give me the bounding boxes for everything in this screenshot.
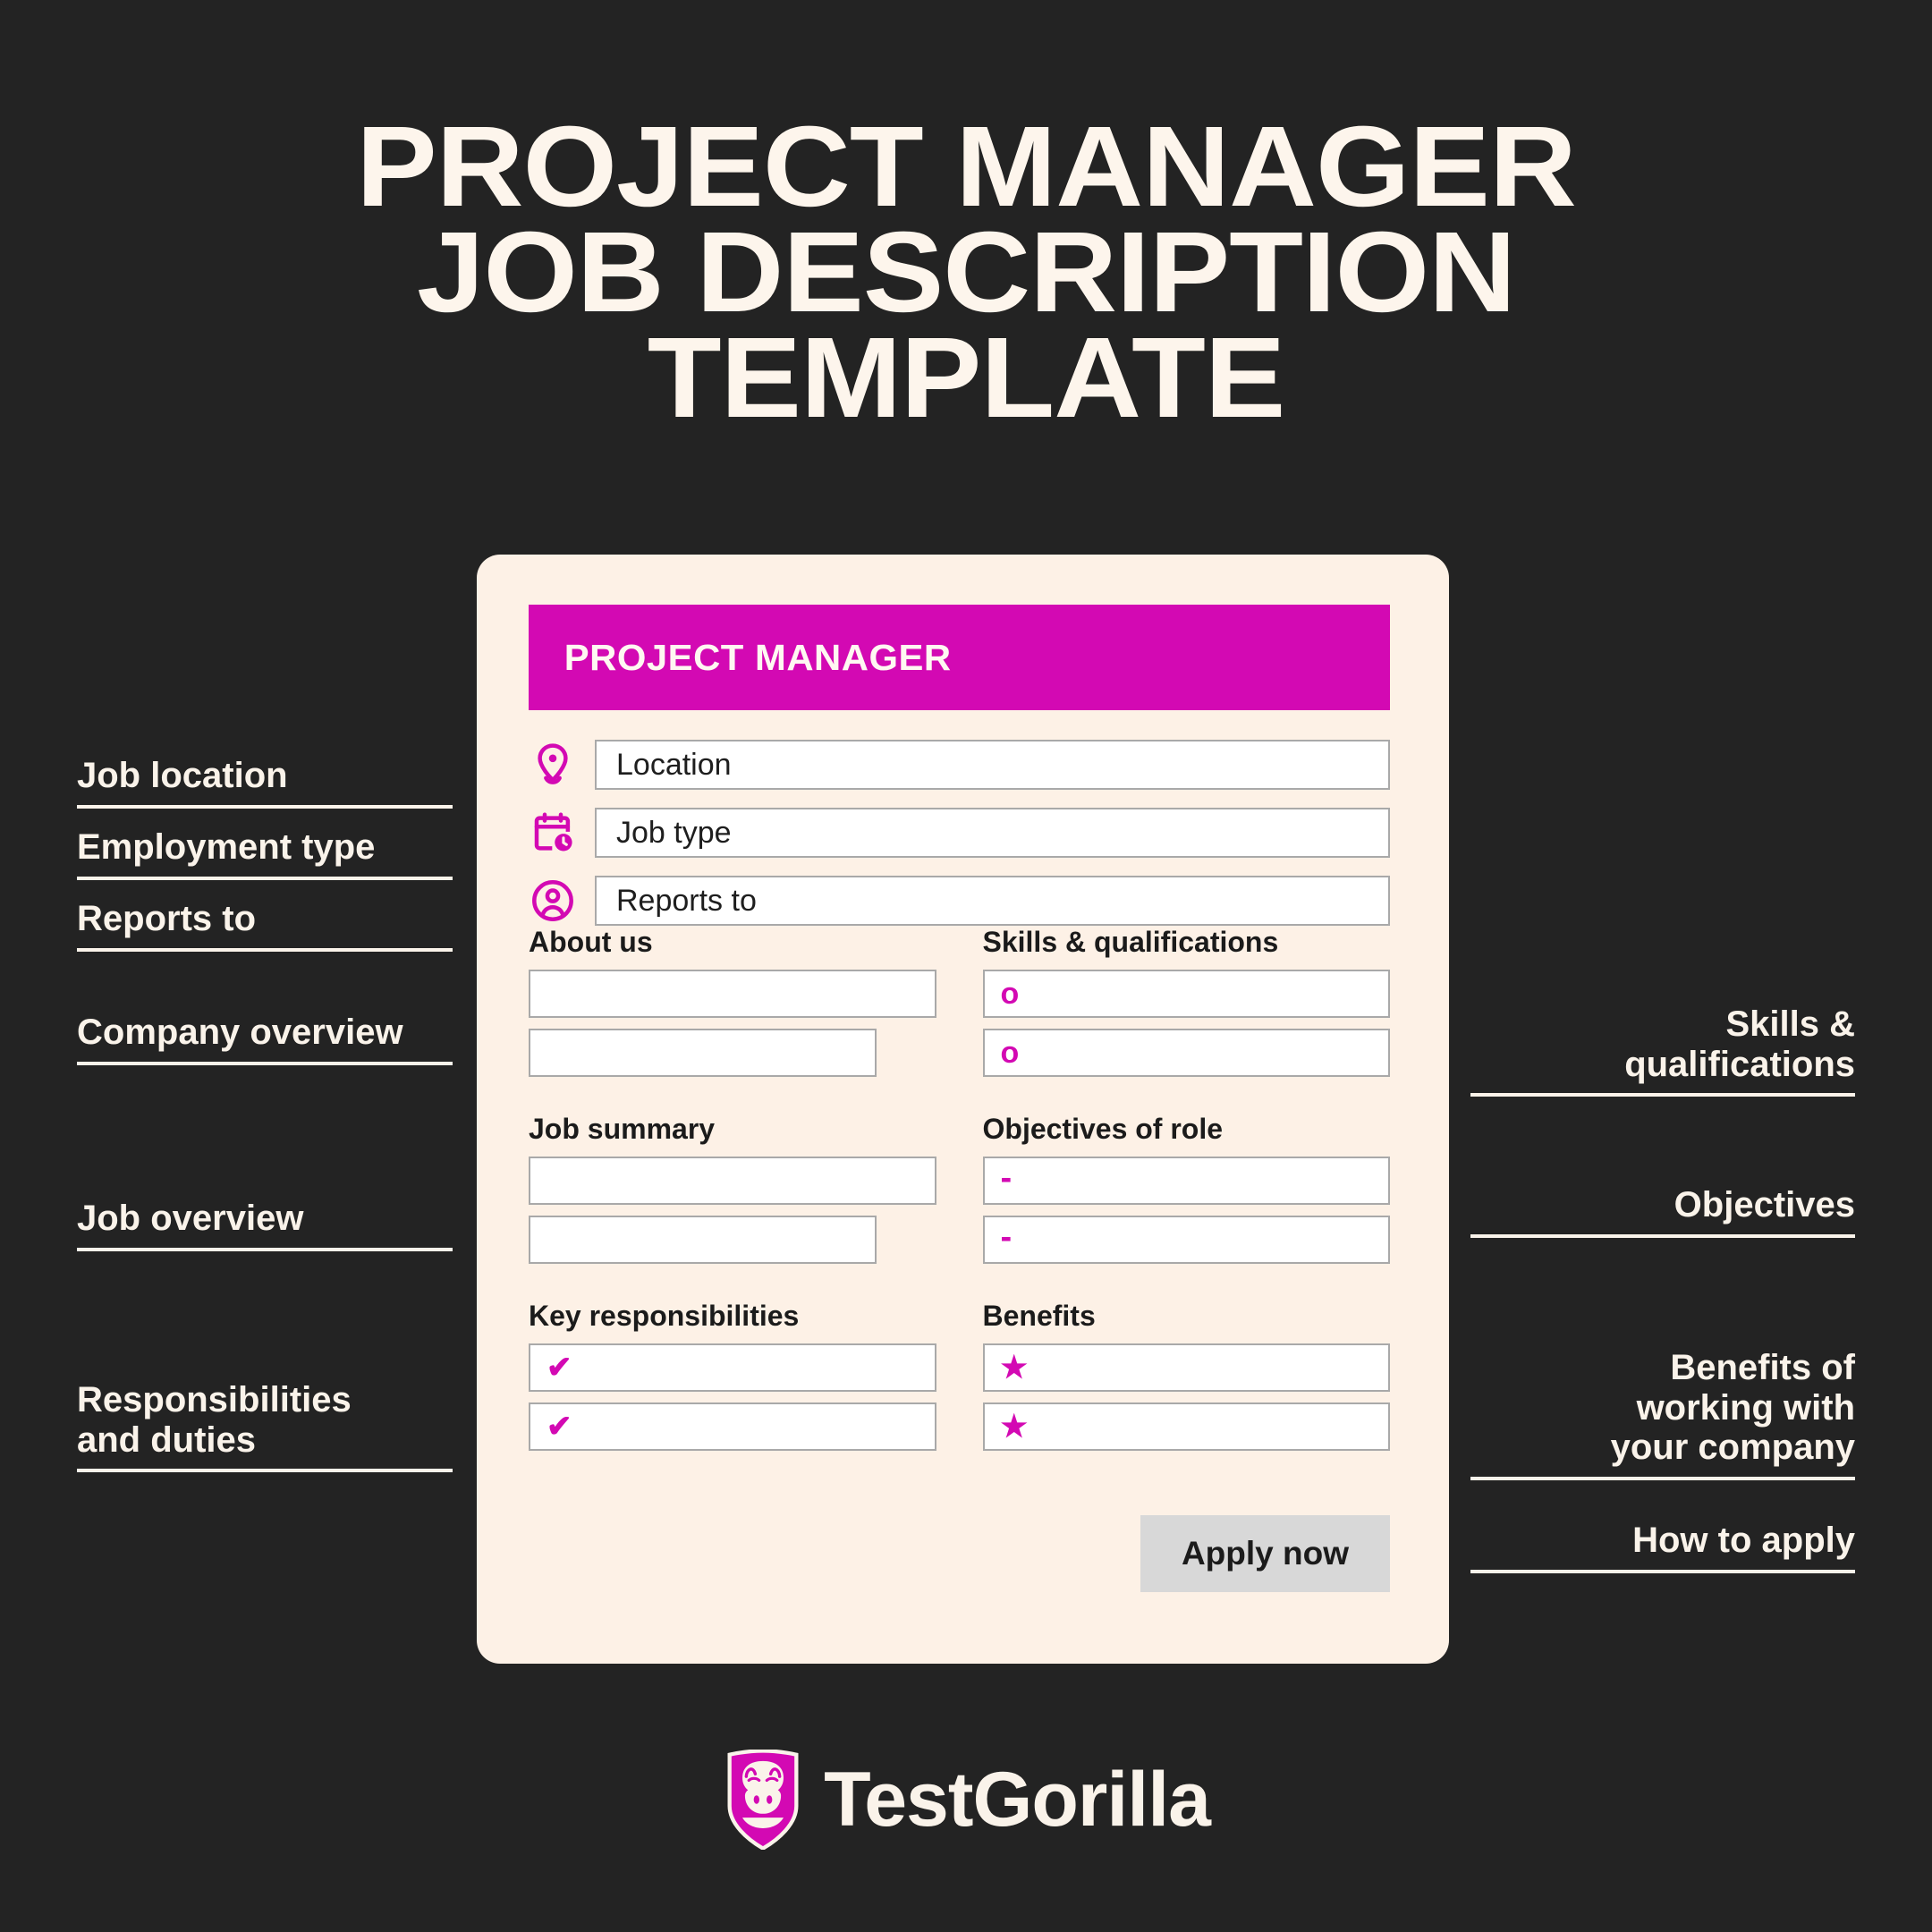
annotation-rule [77, 804, 453, 809]
annotation-responsibilities-duties: Responsibilities and duties [77, 1340, 453, 1513]
group-label-skills-qualifications: Skills & qualifications [982, 926, 1279, 958]
card-header-title: PROJECT MANAGER [564, 636, 952, 678]
card-header-bar: PROJECT MANAGER [529, 605, 1390, 710]
annotation-label: Skills & qualifications [1624, 1004, 1855, 1084]
user-circle-icon [529, 877, 577, 925]
form-grid: About us Skills & qualifications o o Job… [529, 926, 1390, 1487]
skills-input-1[interactable]: o [982, 970, 1390, 1018]
group-label-about-us: About us [529, 926, 653, 958]
annotation-rule [77, 1469, 453, 1473]
annotation-label: Responsibilities and duties [77, 1379, 352, 1460]
location-pin-icon [529, 741, 577, 789]
ring-bullet-icon: o [1000, 977, 1020, 1011]
group-about-us: About us [529, 926, 936, 1088]
job-summary-input-1[interactable] [529, 1157, 936, 1205]
annotation-label: Job location [77, 756, 288, 795]
key-responsibilities-input-1[interactable]: ✔ [529, 1343, 936, 1392]
dash-bullet-icon: - [1000, 1218, 1013, 1256]
annotation-employment-type: Employment type [77, 827, 453, 880]
gorilla-shield-icon [722, 1749, 804, 1852]
about-us-input-1[interactable] [529, 970, 936, 1018]
job-meta-row-reports-to: Reports to [529, 876, 1390, 926]
group-label-job-summary: Job summary [529, 1113, 716, 1145]
location-field[interactable]: Location [595, 740, 1390, 790]
about-us-input-2[interactable] [529, 1029, 877, 1077]
location-field-label: Location [616, 747, 732, 782]
annotation-how-to-apply: How to apply [1470, 1521, 1855, 1573]
annotation-rule [1470, 1233, 1855, 1238]
annotation-label: Reports to [77, 899, 256, 938]
annotation-label: Objectives [1674, 1185, 1855, 1224]
annotation-label: How to apply [1632, 1521, 1855, 1560]
objectives-input-1[interactable]: - [982, 1157, 1390, 1205]
annotation-reports-to: Reports to [77, 899, 453, 952]
reports-to-field-label: Reports to [616, 883, 757, 918]
annotation-label: Job overview [77, 1199, 304, 1238]
ring-bullet-icon: o [1000, 1036, 1020, 1070]
annotation-label: Benefits of working with your company [1610, 1347, 1855, 1468]
key-responsibilities-input-2[interactable]: ✔ [529, 1402, 936, 1451]
annotation-rule [77, 947, 453, 952]
skills-input-2[interactable]: o [982, 1029, 1390, 1077]
annotation-job-location: Job location [77, 756, 453, 809]
group-label-benefits: Benefits [982, 1300, 1096, 1332]
job-meta-row-location: Location [529, 740, 1390, 790]
group-benefits: Benefits ★ ★ [982, 1300, 1390, 1462]
annotation-company-overview: Company overview [77, 1013, 453, 1065]
benefits-input-1[interactable]: ★ [982, 1343, 1390, 1392]
benefits-input-2[interactable]: ★ [982, 1402, 1390, 1451]
annotation-rule [77, 1061, 453, 1065]
annotation-rule [77, 1247, 453, 1251]
annotation-job-overview: Job overview [77, 1199, 453, 1251]
testgorilla-logo: TestGorilla [0, 1749, 1932, 1852]
star-icon: ★ [1000, 1410, 1028, 1444]
group-objectives-of-role: Objectives of role - - [982, 1113, 1390, 1275]
reports-to-field[interactable]: Reports to [595, 876, 1390, 926]
annotation-rule [77, 876, 453, 880]
page-title-line-1: PROJECT MANAGER [356, 103, 1577, 231]
annotation-rule [1470, 1569, 1855, 1573]
annotation-rule [1470, 1093, 1855, 1097]
group-label-objectives-of-role: Objectives of role [982, 1113, 1224, 1145]
annotation-label: Employment type [77, 827, 376, 867]
job-summary-input-2[interactable] [529, 1216, 877, 1264]
annotation-skills-qualifications: Skills & qualifications [1470, 964, 1855, 1137]
dash-bullet-icon: - [1000, 1159, 1013, 1197]
annotation-label: Company overview [77, 1013, 403, 1052]
job-meta-rows: Location Job type Reports to [529, 740, 1390, 944]
star-icon: ★ [1000, 1351, 1028, 1385]
job-description-card: PROJECT MANAGER Location Job type Report… [477, 555, 1449, 1664]
objectives-input-2[interactable]: - [982, 1216, 1390, 1264]
group-label-key-responsibilities: Key responsibilities [529, 1300, 800, 1332]
calendar-clock-icon [529, 809, 577, 857]
job-type-field[interactable]: Job type [595, 808, 1390, 858]
group-key-responsibilities: Key responsibilities ✔ ✔ [529, 1300, 936, 1462]
group-skills-qualifications: Skills & qualifications o o [982, 926, 1390, 1088]
checkmark-icon: ✔ [547, 1351, 572, 1385]
group-job-summary: Job summary [529, 1113, 936, 1275]
annotation-benefits-working: Benefits of working with your company [1470, 1308, 1855, 1521]
apply-now-button[interactable]: Apply now [1140, 1515, 1390, 1592]
annotation-objectives: Objectives [1470, 1185, 1855, 1238]
page-title: PROJECT MANAGER JOB DESCRIPTION TEMPLATE [0, 103, 1932, 442]
page-title-line-2: JOB DESCRIPTION [416, 208, 1516, 336]
page-title-line-3: TEMPLATE [647, 313, 1286, 442]
job-meta-row-job-type: Job type [529, 808, 1390, 858]
annotation-rule [1470, 1477, 1855, 1481]
checkmark-icon: ✔ [547, 1410, 572, 1444]
job-type-field-label: Job type [616, 815, 732, 850]
testgorilla-wordmark: TestGorilla [824, 1756, 1211, 1843]
